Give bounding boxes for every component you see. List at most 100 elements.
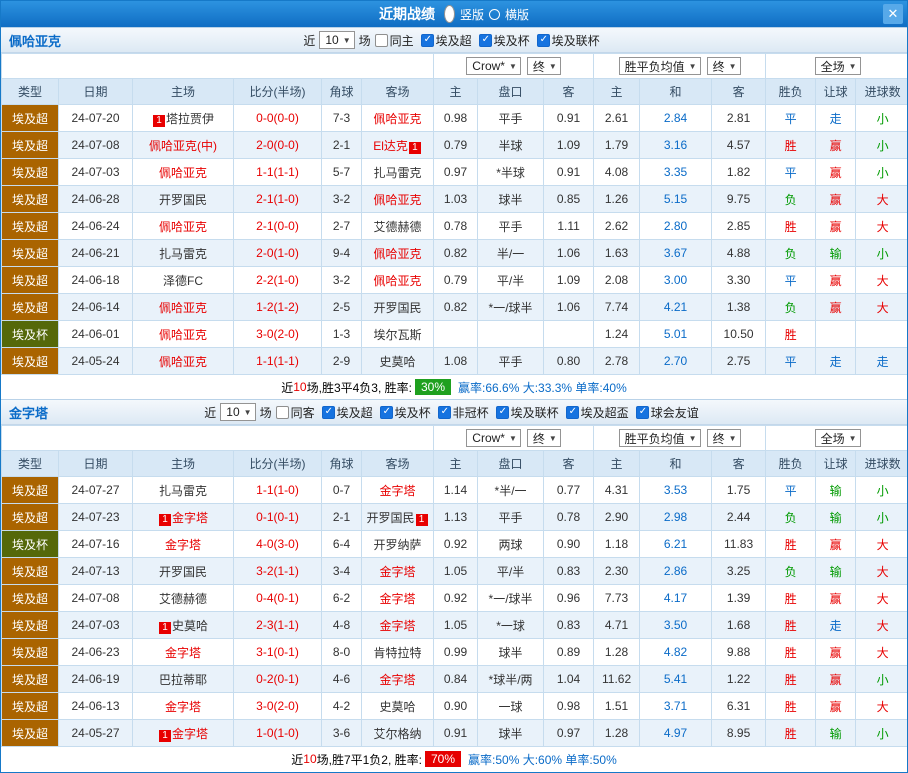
filter-bar: 近 10▼ 场 同主 埃及超 埃及杯 埃及联杯 — [303, 31, 604, 49]
euro-draw-odds: 3.35 — [639, 158, 713, 186]
away-team-cell: 艾德赫德 — [360, 212, 435, 240]
goals-result-cell: 走 — [855, 347, 907, 375]
away-team-cell: 佩哈亚克 — [360, 185, 435, 213]
league-cell: 埃及杯 — [1, 530, 59, 558]
team-name: 金字塔 — [379, 564, 416, 579]
result-cell: 负 — [765, 185, 817, 213]
team-name: 金字塔 — [171, 726, 208, 741]
checkbox-checked[interactable] — [565, 405, 579, 419]
odds-state-select[interactable]: 终 ▼ — [706, 57, 741, 75]
corner-cell: 3-6 — [321, 719, 362, 747]
checkbox-unchecked[interactable] — [275, 405, 289, 419]
handicap-result-cell: 输 — [815, 503, 857, 531]
euro-home-odds: 1.63 — [593, 239, 641, 267]
result-cell: 平 — [765, 158, 817, 186]
corner-cell: 2-9 — [321, 347, 362, 375]
asia-odds-controls: Crow* ▼ 终 ▼ — [433, 425, 595, 451]
checkbox-checked[interactable] — [478, 33, 492, 47]
col-asia-home: 主 — [433, 78, 479, 105]
away-team-cell: 艾尔格纳 — [360, 719, 435, 747]
scope-select[interactable]: 全场 ▼ — [814, 429, 861, 447]
checkbox-checked[interactable] — [536, 33, 550, 47]
home-team-cell: 1 金字塔 — [132, 503, 234, 531]
team-name: 扎马雷克 — [158, 483, 207, 498]
book-state-select[interactable]: 终 ▼ — [526, 57, 561, 75]
odds-mode-select[interactable]: 胜平负均值 ▼ — [618, 57, 701, 75]
checkbox-checked[interactable] — [437, 405, 451, 419]
asia-away-odds: 0.77 — [543, 476, 595, 504]
close-button[interactable]: ✕ — [883, 4, 903, 24]
team-name: 金字塔 — [164, 699, 201, 714]
near-count-select[interactable]: 10 ▼ — [319, 31, 355, 49]
match-row: 埃及超 24-05-24 佩哈亚克 1-1(1-1) 2-9 史莫哈 1.08 平手 0.80 2… — [1, 347, 907, 375]
book-state-select[interactable]: 终 ▼ — [526, 429, 561, 447]
euro-away-odds: 2.85 — [711, 212, 767, 240]
asia-handicap: 两球 — [477, 530, 545, 558]
asia-away-odds: 1.09 — [543, 266, 595, 294]
games-label: 场 — [358, 33, 371, 48]
euro-home-odds: 1.26 — [593, 185, 641, 213]
summary-bar: 近 10 场,胜7平1负2, 胜率: 70% 赢率:50% 大:60% 单率:50% — [1, 747, 907, 771]
date-cell: 24-06-21 — [58, 239, 133, 267]
scope-controls: 全场 ▼ — [765, 53, 907, 79]
radio-horizontal-layout[interactable] — [489, 8, 500, 20]
euro-home-odds: 11.62 — [593, 665, 641, 693]
asia-away-odds: 0.78 — [543, 503, 595, 531]
checkbox-checked[interactable] — [635, 405, 649, 419]
radio-vertical-layout[interactable] — [443, 5, 455, 23]
score-cell: 0-2(0-1) — [233, 665, 322, 693]
asia-handicap: 平手 — [477, 212, 545, 240]
team-name: 史莫哈 — [379, 699, 416, 714]
result-cell: 胜 — [765, 719, 817, 747]
goals-result-cell: 大 — [855, 584, 907, 612]
home-team-cell: 佩哈亚克 — [132, 293, 234, 321]
away-team-cell: 扎马雷克 — [360, 158, 435, 186]
col-home: 主场 — [132, 450, 234, 477]
asia-away-odds: 0.96 — [543, 584, 595, 612]
euro-away-odds: 1.39 — [711, 584, 767, 612]
checkbox-checked[interactable] — [379, 405, 393, 419]
handicap-result-cell: 赢 — [815, 158, 857, 186]
euro-home-odds: 4.08 — [593, 158, 641, 186]
corner-cell: 2-5 — [321, 293, 362, 321]
bookmaker-select[interactable]: Crow* ▼ — [466, 57, 521, 75]
team-name: 开罗国民 — [158, 192, 207, 207]
col-euro-draw: 和 — [639, 450, 713, 477]
score-cell: 4-0(3-0) — [233, 530, 322, 558]
team-name: 金字塔 — [164, 537, 201, 552]
handicap-result-cell: 输 — [815, 476, 857, 504]
odds-mode-select[interactable]: 胜平负均值 ▼ — [618, 429, 701, 447]
corner-cell: 3-4 — [321, 557, 362, 585]
chevron-down-icon: ▼ — [848, 61, 857, 71]
asia-handicap: 平手 — [477, 503, 545, 531]
col-result: 胜负 — [765, 78, 817, 105]
euro-home-odds: 4.31 — [593, 476, 641, 504]
result-cell: 平 — [765, 347, 817, 375]
filter-label: 非冠杯 — [452, 405, 489, 420]
asia-away-odds: 0.83 — [543, 557, 595, 585]
checkbox-checked[interactable] — [495, 405, 509, 419]
asia-handicap: 半球 — [477, 131, 545, 159]
near-count-select[interactable]: 10 ▼ — [220, 403, 256, 421]
scope-select[interactable]: 全场 ▼ — [814, 57, 861, 75]
asia-away-odds — [543, 320, 595, 348]
col-goals: 进球数 — [855, 450, 907, 477]
match-row: 埃及超 24-06-28 开罗国民 2-1(1-0) 3-2 佩哈亚克 1.03 球半 0.85… — [1, 185, 907, 213]
summary-count: 10 — [293, 380, 307, 394]
bookmaker-select[interactable]: Crow* ▼ — [466, 429, 521, 447]
league-cell: 埃及超 — [1, 239, 59, 267]
date-cell: 24-07-23 — [58, 503, 133, 531]
checkbox-unchecked[interactable] — [374, 33, 388, 47]
col-date: 日期 — [58, 450, 133, 477]
checkbox-checked[interactable] — [420, 33, 434, 47]
col-type: 类型 — [1, 78, 59, 105]
chevron-down-icon: ▼ — [342, 35, 351, 45]
odds-state-select[interactable]: 终 ▼ — [706, 429, 741, 447]
corner-cell: 4-2 — [321, 692, 362, 720]
checkbox-checked[interactable] — [321, 405, 335, 419]
corner-cell: 2-1 — [321, 503, 362, 531]
score-cell: 3-0(2-0) — [233, 320, 322, 348]
chevron-down-icon: ▼ — [728, 61, 737, 71]
filter-label: 埃及超 — [435, 33, 472, 48]
date-cell: 24-06-23 — [58, 638, 133, 666]
